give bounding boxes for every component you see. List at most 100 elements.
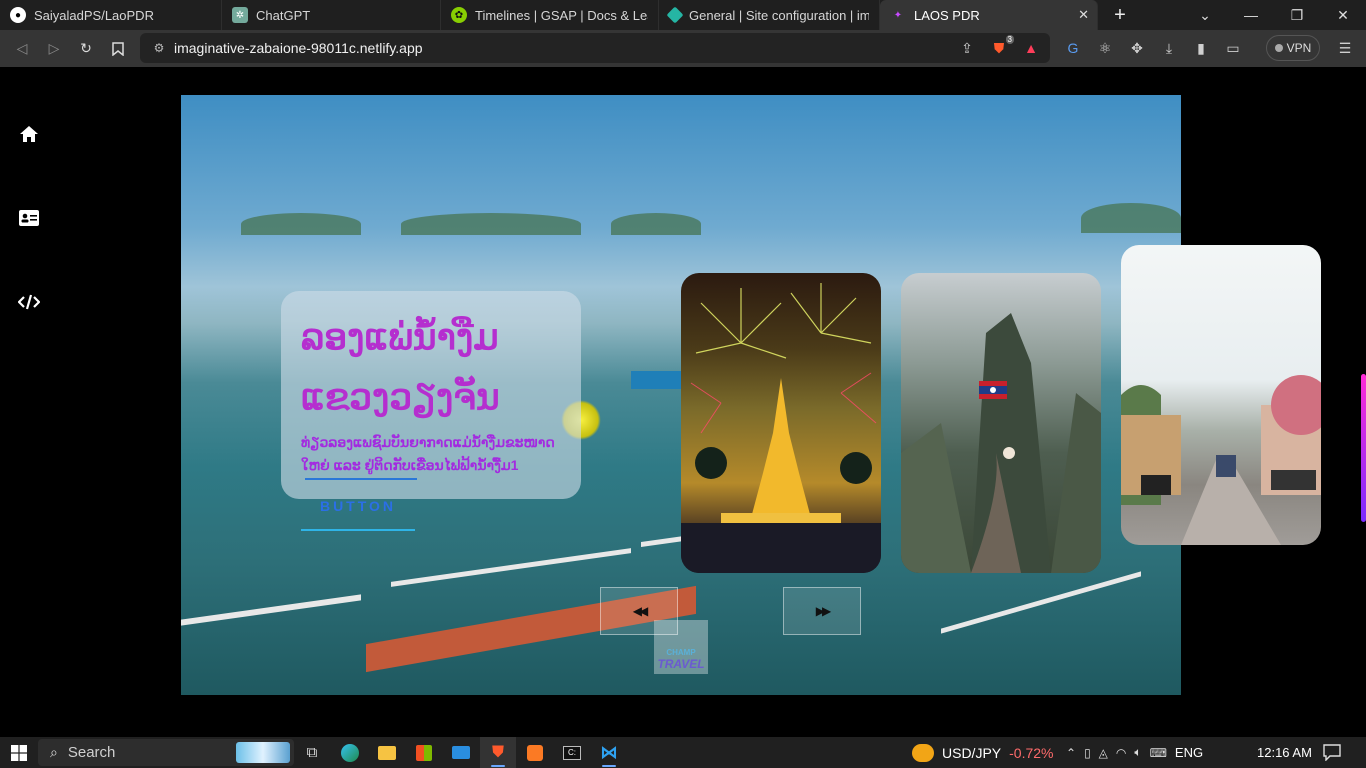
close-tab-icon[interactable]: ✕ xyxy=(1078,7,1089,23)
tab-title: ChatGPT xyxy=(256,7,311,23)
windows-start-icon[interactable] xyxy=(0,737,37,768)
hero-title-line2: ແຂວງວຽງຈັນ xyxy=(301,376,500,417)
reload-icon[interactable]: ↻ xyxy=(70,33,102,65)
network-icon[interactable]: ◬ xyxy=(1099,746,1108,760)
store-icon[interactable] xyxy=(406,737,442,768)
logo-line1: CHAMP xyxy=(666,648,696,657)
address-bar[interactable]: ⚙ imaginative-zabaione-98011c.netlify.ap… xyxy=(140,33,1050,63)
notification-icon[interactable] xyxy=(1322,743,1342,762)
battery-icon[interactable]: ▯ xyxy=(1084,746,1091,760)
search-icon: ⌕ xyxy=(50,744,58,760)
hero-button[interactable]: BUTTON xyxy=(301,478,417,531)
sidebar-toggle-icon[interactable]: ▮ xyxy=(1190,37,1212,59)
stock-name: USD/JPY xyxy=(942,744,1002,761)
next-slide-button[interactable]: ▶▶ xyxy=(783,587,861,635)
scroll-accent-bar[interactable] xyxy=(1361,374,1366,522)
tray-chevron-icon[interactable]: ⌃ xyxy=(1066,746,1076,760)
background-hill xyxy=(1081,203,1181,233)
share-icon[interactable]: ⇪ xyxy=(956,37,978,59)
brave-taskbar-icon[interactable]: ⛊ xyxy=(480,737,516,768)
tab-title: SaiyaladPS/LaoPDR xyxy=(34,7,154,23)
mountain-flag-card[interactable] xyxy=(901,273,1101,573)
rewind-icon: ◀◀ xyxy=(632,604,649,618)
fireworks-temple-image xyxy=(681,283,881,573)
translate-icon[interactable]: G xyxy=(1062,37,1084,59)
travel-logo: CHAMP TRAVEL xyxy=(654,620,708,674)
shields-badge: 3 xyxy=(1005,35,1014,44)
vpn-label: VPN xyxy=(1286,41,1312,55)
vpn-status-icon xyxy=(1274,44,1283,52)
url-text[interactable]: imaginative-zabaione-98011c.netlify.app xyxy=(174,40,423,56)
tab-title: Timelines | GSAP | Docs & Learning xyxy=(475,7,648,23)
tab-chatgpt[interactable]: ✲ ChatGPT xyxy=(222,0,441,30)
mountain-flag-image xyxy=(901,313,1101,573)
pier-rail xyxy=(181,594,361,626)
logo-line2: TRAVEL xyxy=(657,657,705,671)
extensions-icon[interactable]: ✥ xyxy=(1126,37,1148,59)
back-icon[interactable]: ◁ xyxy=(6,33,38,65)
hero-slide: ລອງແພ່ນ້ຳງືມ ແຂວງວຽງຈັນ ທ່ຽວລອງແພຊົມບັນຍ… xyxy=(181,95,1181,695)
menu-icon[interactable]: ☰ xyxy=(1334,37,1356,59)
tab-gsap[interactable]: ✿ Timelines | GSAP | Docs & Learning xyxy=(441,0,659,30)
home-icon[interactable] xyxy=(18,123,40,145)
web-page: ລອງແພ່ນ້ຳງືມ ແຂວງວຽງຈັນ ທ່ຽວລອງແພຊົມບັນຍ… xyxy=(0,67,1366,737)
edge-icon[interactable] xyxy=(332,737,368,768)
github-icon: ● xyxy=(10,7,26,23)
xampp-icon[interactable] xyxy=(517,737,553,768)
code-icon[interactable] xyxy=(18,291,40,313)
tab-title: General | Site configuration | imag xyxy=(689,7,869,23)
background-hill xyxy=(241,213,361,235)
hero-title-line1: ລອງແພ່ນ້ຳງືມ xyxy=(301,316,499,357)
brave-shields-icon[interactable]: ⛊ 3 xyxy=(988,35,1014,59)
tab-search-chevron-icon[interactable]: ⌄ xyxy=(1182,0,1228,30)
street-card[interactable] xyxy=(1121,245,1321,545)
fireworks-temple-card[interactable] xyxy=(681,273,881,573)
browser-toolbar: ◁ ▷ ↻ ⚙ imaginative-zabaione-98011c.netl… xyxy=(0,30,1366,67)
close-window-icon[interactable]: ✕ xyxy=(1320,0,1366,30)
netlify-icon xyxy=(666,6,684,24)
background-hill xyxy=(611,213,701,235)
site-settings-icon[interactable]: ⚙ xyxy=(146,41,172,55)
restore-icon[interactable]: ❐ xyxy=(1274,0,1320,30)
stock-change: -0.72% xyxy=(1009,744,1054,761)
id-card-icon[interactable] xyxy=(18,207,40,229)
new-tab-button[interactable]: + xyxy=(1098,0,1142,30)
taskbar-search[interactable]: ⌕ Search xyxy=(38,739,294,766)
search-placeholder: Search xyxy=(67,744,116,761)
browser-tab-bar: ● SaiyaladPS/LaoPDR ✲ ChatGPT ✿ Timeline… xyxy=(0,0,1366,30)
tab-github[interactable]: ● SaiyaladPS/LaoPDR xyxy=(0,0,222,30)
street-image xyxy=(1121,375,1321,545)
stock-icon xyxy=(912,743,934,762)
tab-laos-pdr[interactable]: ✦ LAOS PDR ✕ xyxy=(880,0,1098,30)
chatgpt-icon: ✲ xyxy=(232,7,248,23)
volume-icon[interactable]: 🔈︎ xyxy=(1134,745,1141,760)
stock-widget[interactable]: USD/JPY -0.72% xyxy=(912,737,1053,768)
pier-rail xyxy=(941,571,1141,634)
clock[interactable]: 12:16 AM xyxy=(1257,737,1312,768)
keyboard-icon[interactable]: ⌨ xyxy=(1150,746,1167,760)
hero-subtitle: ທ່ຽວລອງແພຊົມບັນຍາກາດແມ່ນ້ຳງືມຂະໜາດໃຫຍ່ ແ… xyxy=(301,434,555,473)
vscode-icon[interactable]: ⋈ xyxy=(591,737,627,768)
extensions-area: G ⚛ ✥ ⤓ ▮ ▭ xyxy=(1062,37,1244,59)
pier-rail xyxy=(391,548,631,587)
mail-icon[interactable] xyxy=(443,737,479,768)
site-icon: ✦ xyxy=(893,9,903,21)
brave-rewards-icon[interactable]: ▲ xyxy=(1020,37,1042,59)
tab-netlify[interactable]: General | Site configuration | imag xyxy=(659,0,880,30)
vpn-button[interactable]: VPN xyxy=(1266,35,1320,61)
hero-text-card: ລອງແພ່ນ້ຳງືມ ແຂວງວຽງຈັນ ທ່ຽວລອງແພຊົມບັນຍ… xyxy=(281,291,581,499)
forward-icon[interactable]: ▷ xyxy=(38,33,70,65)
bookmark-icon[interactable] xyxy=(102,33,134,65)
language-indicator[interactable]: ENG xyxy=(1175,745,1203,760)
minimize-icon[interactable]: — xyxy=(1228,0,1274,30)
gsap-icon: ✿ xyxy=(451,7,467,23)
task-view-icon[interactable]: ⧉ xyxy=(294,737,330,768)
file-explorer-icon[interactable] xyxy=(369,737,405,768)
wifi-icon[interactable]: ◠ xyxy=(1116,746,1126,760)
react-devtools-icon[interactable]: ⚛ xyxy=(1094,37,1116,59)
tab-title: LAOS PDR xyxy=(914,7,980,23)
terminal-icon[interactable]: C: xyxy=(554,737,590,768)
wallet-icon[interactable]: ▭ xyxy=(1222,37,1244,59)
system-tray: ⌃ ▯ ◬ ◠ 🔈︎ ⌨ ENG xyxy=(1066,737,1203,768)
download-icon[interactable]: ⤓ xyxy=(1158,37,1180,59)
